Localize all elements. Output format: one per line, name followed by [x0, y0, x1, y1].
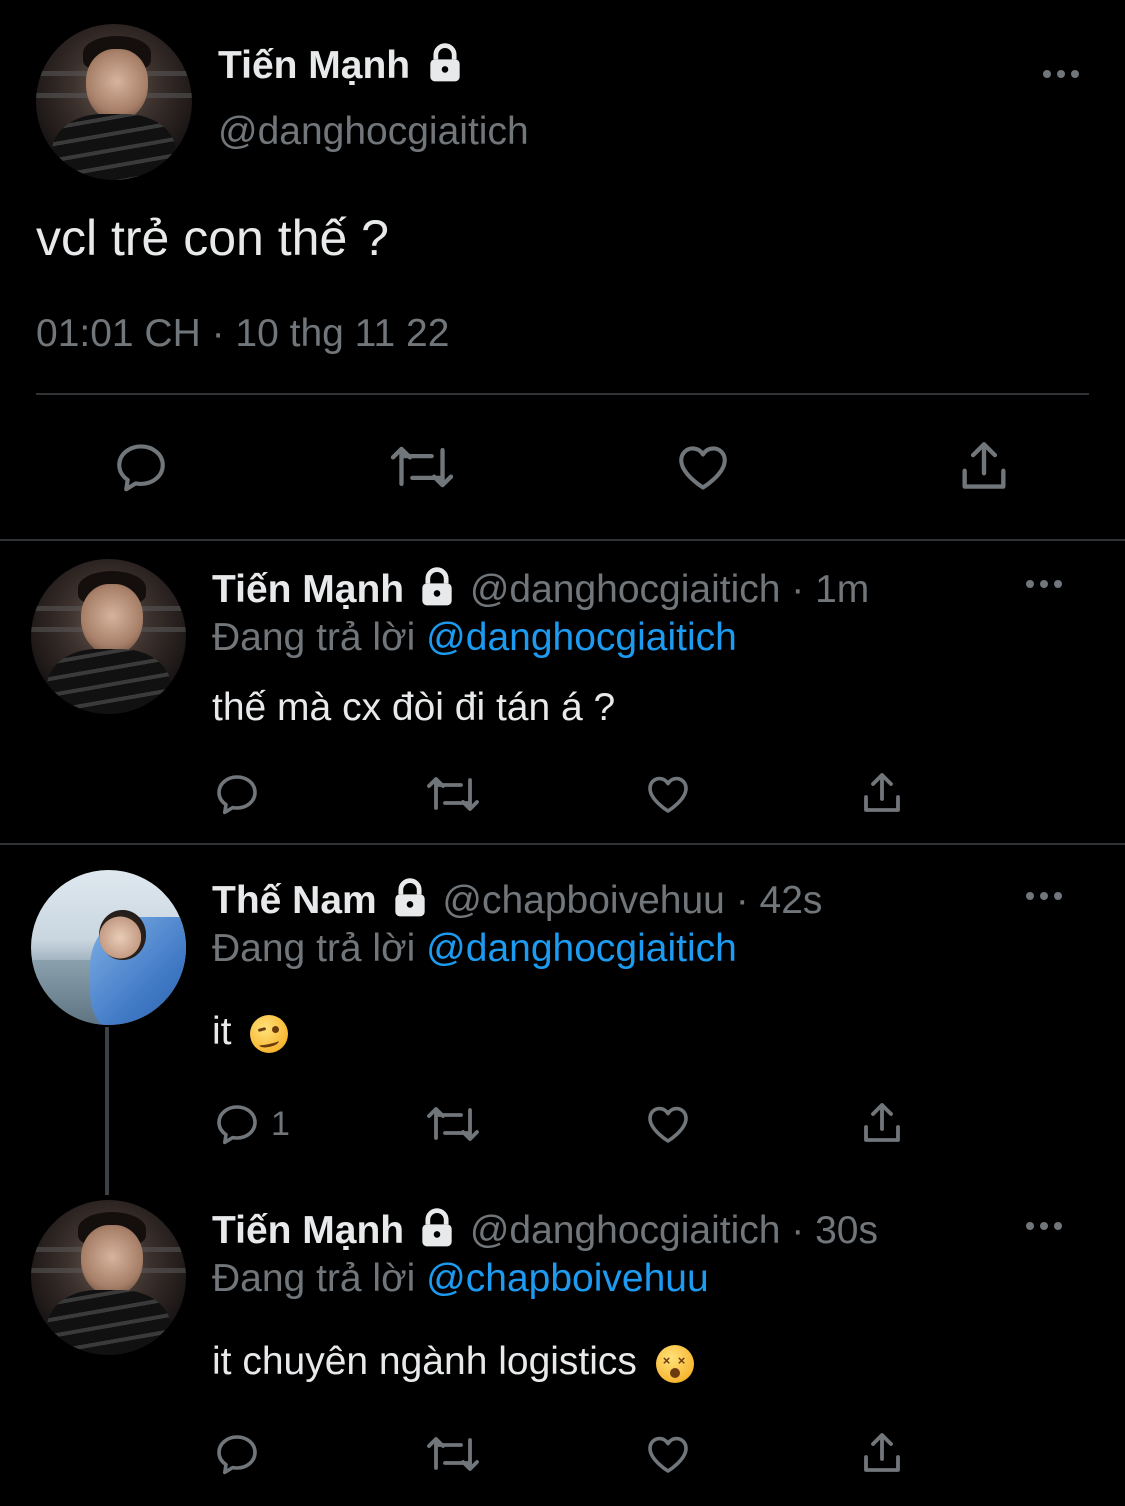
- handle[interactable]: @danghocgiaitich: [470, 568, 781, 611]
- share-button[interactable]: [858, 1098, 906, 1148]
- tweet-text: vcl trẻ con thế ?: [36, 210, 389, 266]
- reply-icon: [217, 1435, 257, 1475]
- tweet-text-row: it chuyên ngành logistics × ×: [212, 1338, 694, 1386]
- like-button[interactable]: [643, 1100, 693, 1148]
- tweet-time[interactable]: · 42s: [736, 879, 823, 922]
- tweet-text: it chuyên ngành logistics: [212, 1340, 637, 1383]
- tweet-time[interactable]: · 30s: [791, 1209, 878, 1252]
- heart-icon: [679, 446, 727, 490]
- lock-icon: [430, 42, 460, 82]
- replying-prefix: Đang trả lời: [212, 1257, 416, 1300]
- retweet-icon: [390, 446, 454, 488]
- heart-icon: [648, 1106, 688, 1143]
- handle[interactable]: @danghocgiaitich: [470, 1209, 781, 1252]
- share-icon: [864, 1103, 900, 1142]
- reply-icon: [117, 444, 165, 492]
- like-button[interactable]: [643, 770, 693, 818]
- tweet-timestamp[interactable]: 01:01 CH · 10 thg 11 22: [36, 310, 449, 358]
- tweet-text: thế mà cx đòi đi tán á ?: [212, 686, 616, 729]
- lock-icon: [394, 877, 425, 917]
- tweet-text-row: it: [212, 1008, 289, 1056]
- more-options-icon[interactable]: [1043, 70, 1083, 82]
- handle[interactable]: @danghocgiaitich: [218, 108, 529, 156]
- lock-icon: [422, 566, 452, 606]
- more-options-icon[interactable]: [1026, 892, 1066, 904]
- more-options-icon[interactable]: [1026, 1222, 1066, 1234]
- display-name[interactable]: Thế Nam: [212, 879, 377, 922]
- replying-prefix: Đang trả lời: [212, 616, 416, 659]
- reply-button[interactable]: [213, 1430, 271, 1478]
- section-divider: [0, 843, 1125, 845]
- woozy-face-emoji: [250, 1014, 289, 1053]
- tweet-text: it: [212, 1010, 232, 1053]
- share-icon: [962, 442, 1006, 489]
- display-name[interactable]: Tiến Mạnh: [212, 568, 404, 611]
- retweet-button[interactable]: [387, 438, 457, 496]
- reply-icon: [217, 775, 257, 815]
- replying-to: Đang trả lời @chapboivehuu: [212, 1255, 709, 1303]
- section-divider: [0, 539, 1125, 541]
- retweet-icon: [427, 1437, 479, 1471]
- replying-prefix: Đang trả lời: [212, 927, 416, 970]
- reply-icon: [217, 1105, 257, 1145]
- replying-to-link[interactable]: @chapboivehuu: [426, 1257, 708, 1300]
- share-icon: [864, 773, 900, 812]
- retweet-icon: [427, 777, 479, 811]
- retweet-button[interactable]: [424, 770, 482, 818]
- display-name[interactable]: Tiến Mạnh: [218, 44, 410, 87]
- thread-line: [105, 1027, 109, 1195]
- replying-to: Đang trả lời @danghocgiaitich: [212, 925, 737, 973]
- retweet-button[interactable]: [424, 1430, 482, 1478]
- avatar[interactable]: [31, 559, 186, 714]
- like-button[interactable]: [673, 438, 733, 496]
- avatar[interactable]: [36, 24, 192, 180]
- like-button[interactable]: [643, 1430, 693, 1478]
- tweet-time[interactable]: · 1m: [791, 568, 869, 611]
- share-icon: [864, 1433, 900, 1472]
- lock-icon: [422, 1207, 452, 1247]
- reply-count: 1: [271, 1104, 290, 1143]
- reply-button[interactable]: [112, 438, 170, 496]
- share-button[interactable]: [858, 768, 906, 818]
- handle[interactable]: @chapboivehuu: [442, 879, 724, 922]
- author-row: Tiến Mạnh @danghocgiaitich · 1m: [212, 566, 869, 614]
- avatar[interactable]: [31, 1200, 186, 1355]
- display-name[interactable]: Tiến Mạnh: [212, 1209, 404, 1252]
- retweet-icon: [427, 1107, 479, 1141]
- reply-button[interactable]: [213, 770, 271, 818]
- author-row: Tiến Mạnh @danghocgiaitich · 30s: [212, 1207, 878, 1255]
- replying-to-link[interactable]: @danghocgiaitich: [426, 616, 737, 659]
- replying-to-link[interactable]: @danghocgiaitich: [426, 927, 737, 970]
- divider: [36, 393, 1089, 395]
- heart-icon: [648, 1436, 688, 1473]
- dizzy-face-emoji: × ×: [655, 1344, 694, 1383]
- more-options-icon[interactable]: [1026, 580, 1066, 592]
- share-button[interactable]: [955, 436, 1013, 496]
- reply-button[interactable]: 1: [213, 1100, 290, 1148]
- author-row: Tiến Mạnh: [218, 42, 467, 90]
- share-button[interactable]: [858, 1428, 906, 1478]
- replying-to: Đang trả lời @danghocgiaitich: [212, 614, 737, 662]
- heart-icon: [648, 776, 688, 813]
- avatar[interactable]: [31, 870, 186, 1025]
- retweet-button[interactable]: [424, 1100, 482, 1148]
- author-row: Thế Nam @chapboivehuu · 42s: [212, 877, 822, 925]
